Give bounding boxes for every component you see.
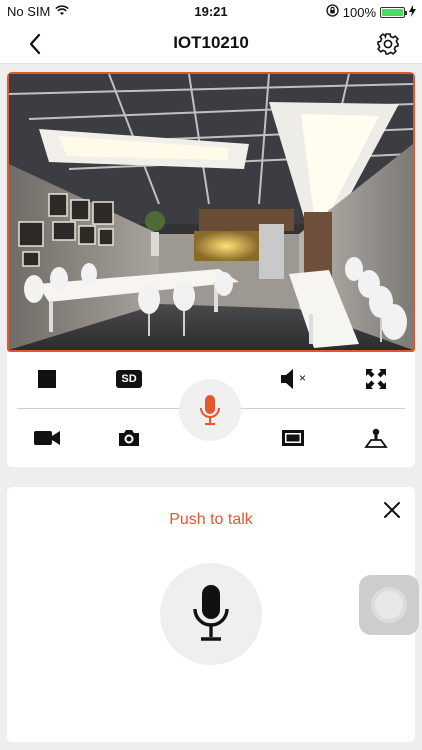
sd-icon: SD [116, 370, 142, 388]
status-bar: No SIM 19:21 100% [0, 0, 422, 22]
camera-feed-image [9, 74, 413, 350]
sd-label: SD [121, 373, 137, 385]
fullscreen-icon [366, 369, 386, 389]
stop-icon [38, 370, 56, 388]
battery-percent: 100% [342, 4, 376, 20]
screen-icon [282, 430, 304, 446]
status-right: 100% [326, 4, 416, 20]
mute-button[interactable]: × [279, 365, 311, 393]
assistive-touch-icon [371, 587, 407, 623]
record-video-button[interactable] [33, 424, 61, 452]
orientation-lock-icon [326, 4, 339, 20]
stop-button[interactable] [33, 365, 61, 393]
ptz-icon [364, 428, 388, 448]
ptz-control-button[interactable] [362, 424, 390, 452]
close-talk-panel-button[interactable] [381, 499, 403, 521]
gear-icon [377, 33, 399, 55]
page-title: IOT10210 [173, 33, 249, 52]
screen-mode-button[interactable] [279, 424, 307, 452]
talk-toggle-button[interactable] [179, 379, 241, 441]
close-icon [384, 502, 400, 518]
video-card: SD × [7, 72, 415, 467]
snapshot-button[interactable] [115, 424, 143, 452]
assistive-touch-button[interactable] [359, 575, 419, 635]
battery-icon [380, 6, 407, 18]
record-video-icon [34, 431, 60, 445]
speaker-mute-icon [281, 369, 293, 389]
nav-bar: IOT10210 [0, 22, 422, 64]
push-to-talk-button[interactable] [160, 563, 262, 665]
mute-mark: × [299, 371, 307, 385]
charging-icon [409, 4, 416, 20]
microphone-icon [193, 585, 229, 641]
push-to-talk-label: Push to talk [169, 511, 253, 528]
fullscreen-button[interactable] [362, 365, 390, 393]
sd-quality-button[interactable]: SD [115, 365, 143, 393]
push-to-talk-panel: Push to talk [7, 487, 415, 742]
settings-button[interactable] [374, 30, 402, 58]
microphone-icon [200, 395, 220, 425]
live-video-feed[interactable] [7, 72, 415, 352]
camera-icon [119, 430, 139, 446]
